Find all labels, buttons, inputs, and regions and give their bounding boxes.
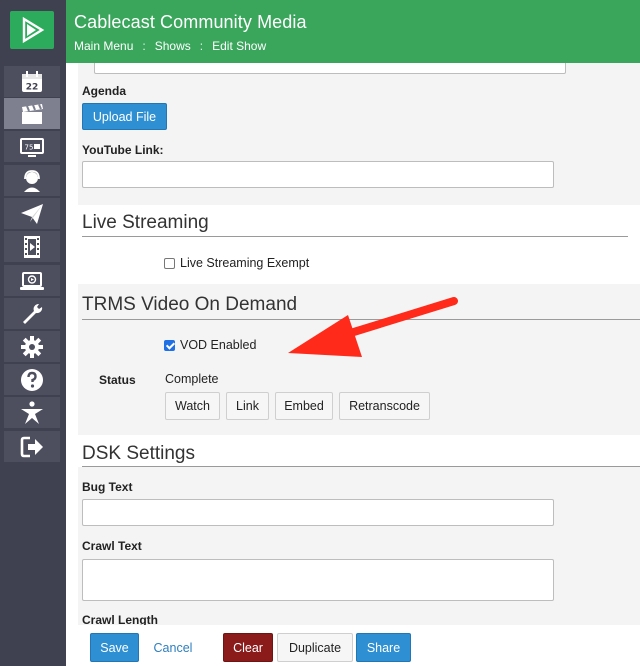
clapperboard-icon <box>22 103 43 124</box>
cancel-link[interactable]: Cancel <box>148 633 198 662</box>
sidebar-item-shows[interactable] <box>4 98 60 129</box>
clear-button[interactable]: Clear <box>223 633 273 662</box>
sidebar-item-logout[interactable] <box>4 431 60 462</box>
app-logo[interactable] <box>10 11 54 49</box>
breadcrumb-edit-show: Edit Show <box>212 39 267 53</box>
wrench-icon <box>23 303 43 324</box>
gear-icon <box>21 335 43 358</box>
duplicate-button[interactable]: Duplicate <box>277 633 353 662</box>
laptop-play-icon <box>20 271 44 290</box>
film-strip-icon <box>24 235 40 258</box>
breadcrumb-shows[interactable]: Shows <box>155 39 191 53</box>
paper-plane-icon <box>21 203 43 224</box>
sidebar-item-vod[interactable] <box>4 265 60 296</box>
breadcrumb-separator: : <box>142 39 146 53</box>
sidebar-item-tools[interactable] <box>4 298 60 329</box>
tv-monitor-icon: 75 <box>20 137 44 157</box>
breadcrumb: Main Menu : Shows : Edit Show <box>74 39 266 53</box>
edit-show-form: Agenda Upload File YouTube Link: Live St… <box>66 63 640 666</box>
form-footer: Save Cancel Clear Duplicate Share <box>66 625 640 666</box>
svg-text:75: 75 <box>25 143 34 151</box>
sidebar-item-users[interactable] <box>4 397 60 428</box>
sidebar-item-publish[interactable] <box>4 198 60 229</box>
share-button[interactable]: Share <box>356 633 411 662</box>
person-headset-icon <box>24 169 40 192</box>
calendar-icon: 22 <box>22 70 42 92</box>
sidebar: 22 75 <box>0 0 66 666</box>
sidebar-item-producers[interactable] <box>4 165 60 196</box>
breadcrumb-main-menu[interactable]: Main Menu <box>74 39 133 53</box>
sidebar-item-calendar[interactable]: 22 <box>4 66 60 97</box>
sidebar-item-help[interactable] <box>4 364 60 395</box>
app-title: Cablecast Community Media <box>74 12 307 32</box>
sign-out-icon <box>20 436 43 457</box>
breadcrumb-separator: : <box>199 39 204 53</box>
annotation-arrow-icon <box>288 297 458 357</box>
svg-text:22: 22 <box>26 82 39 92</box>
sidebar-item-channels[interactable]: 75 <box>4 131 60 162</box>
sidebar-item-settings[interactable] <box>4 331 60 362</box>
star-figure-icon <box>21 400 43 424</box>
app-header: Cablecast Community Media Main Menu : Sh… <box>66 0 640 63</box>
save-button[interactable]: Save <box>90 633 139 662</box>
question-icon <box>21 368 43 391</box>
play-flag-icon <box>22 16 45 44</box>
sidebar-item-media[interactable] <box>4 231 60 262</box>
